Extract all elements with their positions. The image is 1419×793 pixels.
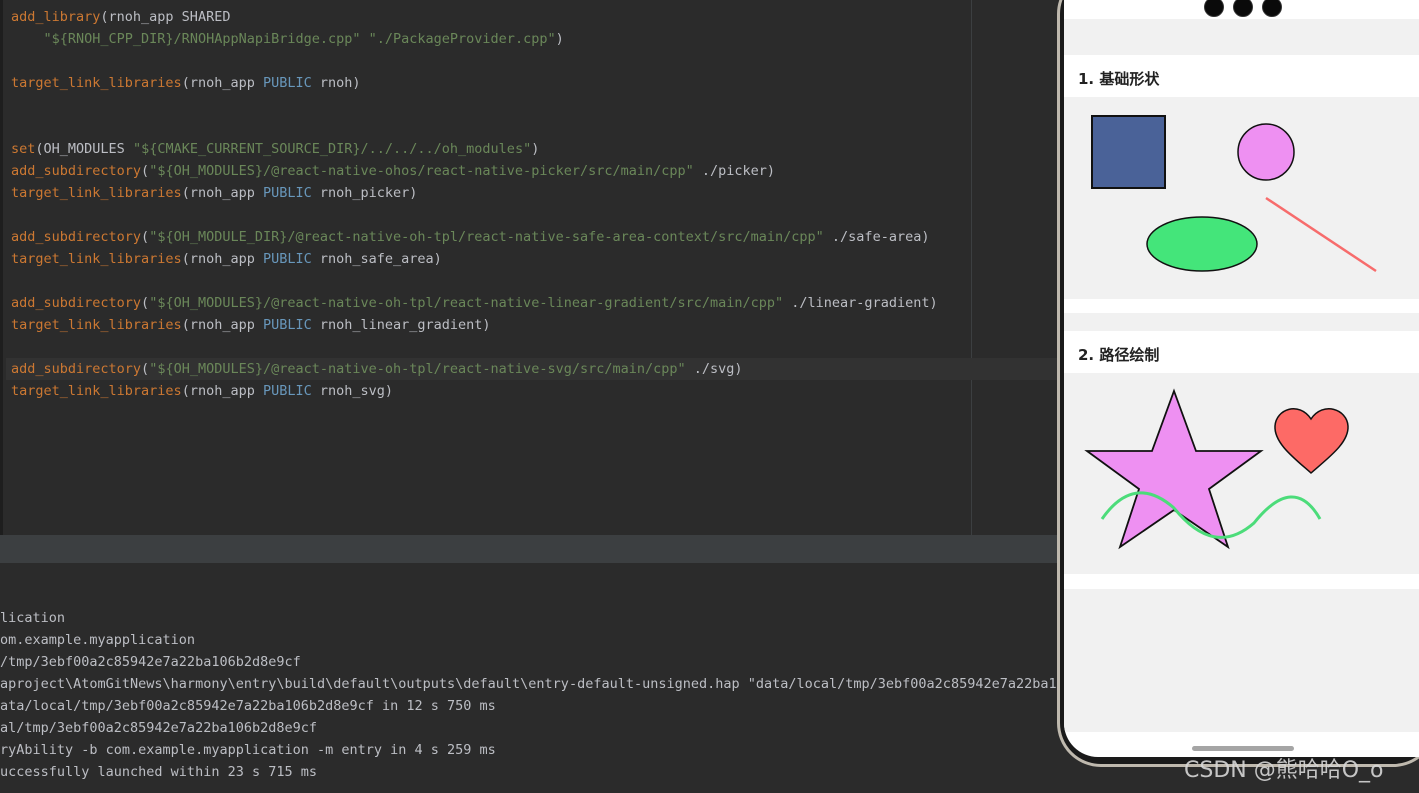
circle-shape [1237, 123, 1295, 181]
code-token: (rnoh_app [181, 75, 263, 91]
code-line[interactable]: target_link_libraries(rnoh_app PUBLIC rn… [11, 314, 491, 336]
basic-shapes-svg [1091, 115, 1377, 273]
code-token: (rnoh_app [181, 317, 263, 333]
code-token: rnoh_safe_area) [311, 251, 442, 267]
code-token: "${RNOH_CPP_DIR}/RNOHAppNapiBridge.cpp" [43, 31, 361, 47]
run-console[interactable]: lication om.example.myapplication/tmp/3eb… [0, 563, 1060, 793]
line-shape [1265, 196, 1377, 273]
code-token: ./picker) [693, 163, 776, 179]
path-drawing-canvas [1064, 373, 1419, 574]
code-token: PUBLIC [262, 317, 312, 333]
code-token: "${OH_MODULES}/@react-native-oh-tpl/reac… [149, 295, 784, 311]
code-token: ./svg) [685, 361, 743, 377]
code-line[interactable]: target_link_libraries(rnoh_app PUBLIC rn… [11, 380, 393, 402]
code-token: (rnoh_app [181, 383, 263, 399]
code-line[interactable]: add_library(rnoh_app SHARED [11, 6, 230, 28]
code-token: add_subdirectory [11, 163, 142, 179]
code-token: target_link_libraries [11, 383, 182, 399]
code-token: PUBLIC [262, 251, 312, 267]
code-token: target_link_libraries [11, 251, 182, 267]
section-title-basic-shapes: 1. 基础形状 [1078, 70, 1160, 88]
code-token: ( [141, 295, 150, 311]
code-token: (rnoh_app SHARED [100, 9, 231, 25]
code-token: ) [531, 141, 540, 157]
status-area [1064, 19, 1419, 55]
spacer-band [1064, 313, 1419, 331]
phone-screen: 1. 基础形状 2. 路径绘制 [1064, 0, 1419, 757]
ide-window: add_library(rnoh_app SHARED "${RNOH_CPP_… [0, 0, 1068, 793]
code-token: "${OH_MODULES}/@react-native-ohos/react-… [149, 163, 694, 179]
console-line: /tmp/3ebf00a2c85942e7a22ba106b2d8e9cf [0, 654, 301, 670]
basic-shapes-canvas [1064, 97, 1419, 299]
path-shapes-svg [1084, 388, 1349, 550]
code-token: rnoh_picker) [311, 185, 418, 201]
code-token: ./safe-area) [823, 229, 930, 245]
camera-dot-icon [1233, 0, 1253, 17]
code-token: rnoh_svg) [311, 383, 394, 399]
code-token: PUBLIC [262, 75, 312, 91]
code-token: target_link_libraries [11, 317, 182, 333]
console-line: om.example.myapplication [0, 632, 196, 648]
code-line[interactable]: target_link_libraries(rnoh_app PUBLIC rn… [11, 248, 442, 270]
run-panel-header[interactable] [0, 535, 1060, 563]
code-token: (rnoh_app [181, 185, 263, 201]
code-token: "${CMAKE_CURRENT_SOURCE_DIR}/../../../oh… [132, 141, 532, 157]
code-line[interactable]: set(OH_MODULES "${CMAKE_CURRENT_SOURCE_D… [11, 138, 539, 160]
code-token: (OH_MODULES [35, 141, 133, 157]
code-token: "./PackageProvider.cpp" [368, 31, 556, 47]
code-token: "${OH_MODULES}/@react-native-oh-tpl/reac… [149, 361, 686, 377]
code-editor[interactable]: add_library(rnoh_app SHARED "${RNOH_CPP_… [0, 0, 1068, 535]
square-shape [1091, 115, 1166, 189]
empty-content-band [1064, 589, 1419, 732]
code-token: target_link_libraries [11, 185, 182, 201]
code-token: add_subdirectory [11, 361, 142, 377]
ellipse-shape [1146, 216, 1258, 272]
code-token: rnoh) [311, 75, 361, 91]
code-line[interactable]: add_subdirectory("${OH_MODULE_DIR}/@reac… [11, 226, 929, 248]
right-margin-guide [971, 0, 972, 535]
code-token: (rnoh_app [181, 251, 263, 267]
code-line[interactable]: target_link_libraries(rnoh_app PUBLIC rn… [11, 72, 361, 94]
console-line: al/tmp/3ebf00a2c85942e7a22ba106b2d8e9cf [0, 720, 317, 736]
console-line: uccessfully launched within 23 s 715 ms [0, 764, 317, 780]
camera-dot-icon [1262, 0, 1282, 17]
code-token: rnoh_linear_gradient) [311, 317, 491, 333]
home-indicator[interactable] [1192, 746, 1294, 751]
code-line[interactable]: add_subdirectory("${OH_MODULES}/@react-n… [11, 160, 775, 182]
code-token: ( [141, 163, 150, 179]
code-token: ./linear-gradient) [783, 295, 938, 311]
console-line: ata/local/tmp/3ebf00a2c85942e7a22ba106b2… [0, 698, 496, 714]
console-line: aproject\AtomGitNews\harmony\entry\build… [0, 676, 1060, 692]
code-token: "${OH_MODULE_DIR}/@react-native-oh-tpl/r… [149, 229, 824, 245]
code-token: PUBLIC [262, 185, 312, 201]
code-token: ( [141, 361, 150, 377]
code-token: PUBLIC [262, 383, 312, 399]
code-token: target_link_libraries [11, 75, 182, 91]
watermark-text: CSDN @熊哈哈O_o [1184, 758, 1384, 783]
camera-dot-icon [1204, 0, 1224, 17]
code-token: ) [555, 31, 564, 47]
section-title-path-drawing: 2. 路径绘制 [1078, 346, 1160, 364]
code-line[interactable]: add_subdirectory("${OH_MODULES}/@react-n… [6, 358, 1068, 380]
star-shape [1084, 388, 1264, 550]
code-token: add_library [11, 9, 101, 25]
code-line[interactable]: add_subdirectory("${OH_MODULES}/@react-n… [11, 292, 938, 314]
code-token: ( [141, 229, 150, 245]
code-token: add_subdirectory [11, 229, 142, 245]
console-line: ryAbility -b com.example.myapplication -… [0, 742, 496, 758]
console-line: lication [0, 610, 66, 626]
code-line[interactable]: target_link_libraries(rnoh_app PUBLIC rn… [11, 182, 417, 204]
code-token: set [11, 141, 36, 157]
heart-shape [1274, 408, 1349, 475]
code-line[interactable]: "${RNOH_CPP_DIR}/RNOHAppNapiBridge.cpp" … [11, 28, 564, 50]
code-token: add_subdirectory [11, 295, 142, 311]
